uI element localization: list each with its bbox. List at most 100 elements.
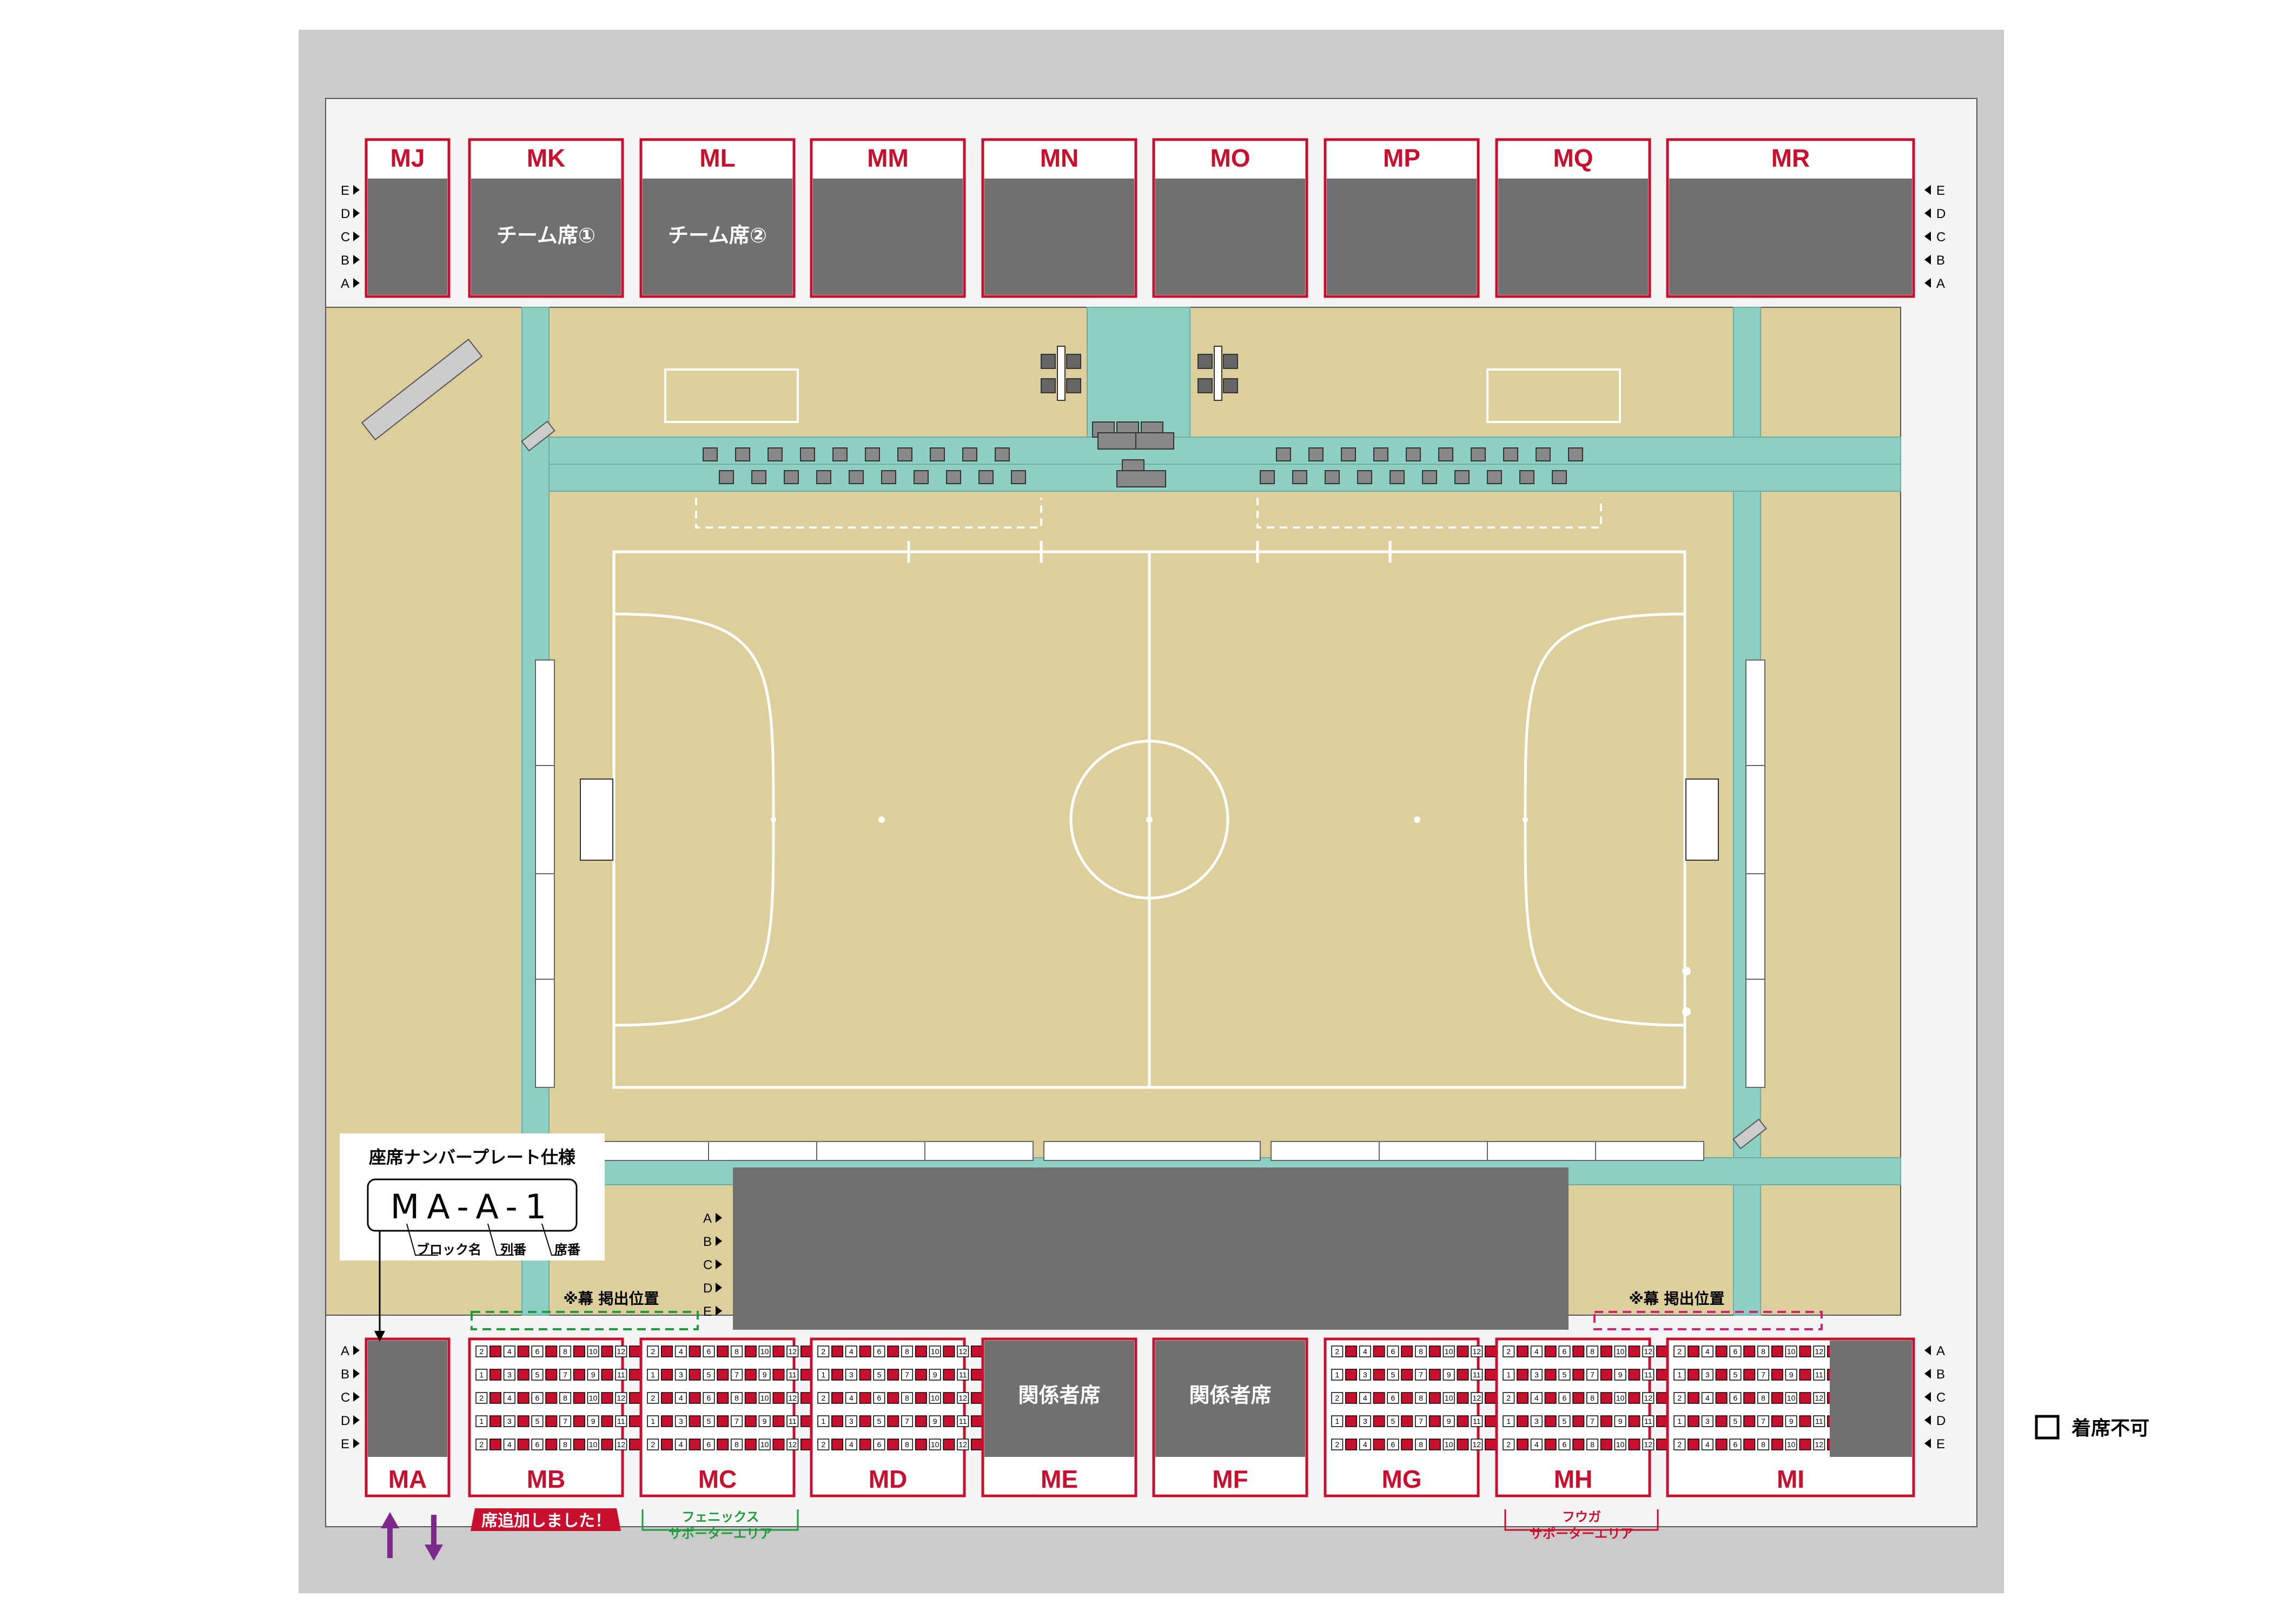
seat[interactable]: [1799, 1345, 1811, 1357]
seat[interactable]: [1345, 1369, 1358, 1381]
seat[interactable]: [744, 1345, 757, 1357]
seat[interactable]: [1771, 1439, 1783, 1450]
seat[interactable]: [943, 1369, 955, 1381]
seat[interactable]: [517, 1369, 530, 1381]
seat[interactable]: [971, 1369, 983, 1381]
seat[interactable]: [1715, 1392, 1728, 1404]
upper-block-mp[interactable]: MP: [1324, 138, 1480, 298]
seat[interactable]: [661, 1415, 673, 1427]
seat[interactable]: [1544, 1439, 1557, 1450]
seat[interactable]: [1656, 1415, 1669, 1427]
seat[interactable]: [489, 1369, 502, 1381]
seat[interactable]: [887, 1415, 899, 1427]
seat[interactable]: [489, 1345, 502, 1357]
seat[interactable]: [1656, 1345, 1669, 1357]
seat[interactable]: [859, 1415, 871, 1427]
seat[interactable]: [887, 1392, 899, 1404]
seat[interactable]: [1600, 1369, 1612, 1381]
lower-block-mc[interactable]: MC 2 4 6 8 10 12 1 3 5 7 9 11 2 4 6 8 10 12 1 3 5 7 9 11 2 4 6 8 10 12: [639, 1337, 813, 1497]
seat[interactable]: [1517, 1392, 1529, 1404]
seat[interactable]: [744, 1415, 757, 1427]
seat[interactable]: [689, 1392, 701, 1404]
seat[interactable]: [744, 1369, 757, 1381]
seat[interactable]: [1457, 1439, 1469, 1450]
seat[interactable]: [971, 1345, 983, 1357]
seat[interactable]: [1771, 1392, 1783, 1404]
seat[interactable]: [1517, 1369, 1529, 1381]
seat[interactable]: [545, 1439, 558, 1450]
seat[interactable]: [1457, 1369, 1469, 1381]
seat[interactable]: [831, 1345, 844, 1357]
seat[interactable]: [1517, 1345, 1529, 1357]
seat[interactable]: [859, 1345, 871, 1357]
seat[interactable]: [915, 1392, 927, 1404]
seat[interactable]: [601, 1345, 613, 1357]
lower-block-mg[interactable]: MG 2 4 6 8 10 12 1 3 5 7 9 11 2 4 6 8 10 12 1 3 5 7 9 11 2 4 6 8 10 12: [1324, 1337, 1497, 1497]
seat[interactable]: [717, 1439, 729, 1450]
seat[interactable]: [744, 1392, 757, 1404]
seat[interactable]: [689, 1345, 701, 1357]
seat[interactable]: [689, 1439, 701, 1450]
seat[interactable]: [545, 1392, 558, 1404]
seat[interactable]: [1485, 1392, 1497, 1404]
upper-block-mk[interactable]: MK チーム席①: [468, 138, 624, 298]
seat[interactable]: [1544, 1369, 1557, 1381]
seat[interactable]: [1373, 1439, 1385, 1450]
seat[interactable]: [1572, 1439, 1585, 1450]
seat[interactable]: [1743, 1415, 1756, 1427]
seat[interactable]: [1656, 1392, 1669, 1404]
seat[interactable]: [489, 1392, 502, 1404]
seat[interactable]: [1628, 1345, 1640, 1357]
seat[interactable]: [1600, 1345, 1612, 1357]
seat[interactable]: [1572, 1415, 1585, 1427]
seat[interactable]: [1715, 1415, 1728, 1427]
seat[interactable]: [573, 1345, 585, 1357]
seat[interactable]: [517, 1439, 530, 1450]
seat[interactable]: [629, 1345, 641, 1357]
seat[interactable]: [1688, 1439, 1700, 1450]
lower-block-me[interactable]: ME 関係者席: [981, 1337, 1137, 1497]
lower-block-ma[interactable]: MA: [365, 1337, 451, 1497]
seat[interactable]: [517, 1415, 530, 1427]
seat[interactable]: [772, 1439, 785, 1450]
seat[interactable]: [717, 1392, 729, 1404]
seat[interactable]: [517, 1345, 530, 1357]
seat[interactable]: [517, 1392, 530, 1404]
seat[interactable]: [1799, 1439, 1811, 1450]
seat[interactable]: [1485, 1369, 1497, 1381]
seat[interactable]: [943, 1415, 955, 1427]
seat[interactable]: [601, 1439, 613, 1450]
seat[interactable]: [1401, 1439, 1413, 1450]
seat[interactable]: [887, 1345, 899, 1357]
seat[interactable]: [859, 1369, 871, 1381]
seat[interactable]: [1572, 1345, 1585, 1357]
seat[interactable]: [601, 1392, 613, 1404]
upper-block-ml[interactable]: ML チーム席②: [639, 138, 796, 298]
seat[interactable]: [1401, 1345, 1413, 1357]
seat[interactable]: [943, 1392, 955, 1404]
seat[interactable]: [1572, 1392, 1585, 1404]
seat[interactable]: [601, 1369, 613, 1381]
seat[interactable]: [744, 1439, 757, 1450]
seat[interactable]: [1428, 1345, 1441, 1357]
lower-block-mb[interactable]: MB 2 4 6 8 10 12 1 3 5 7 9 11 2 4 6 8 10 12 1 3 5 7 9 11 2 4 6 8 10 12: [468, 1337, 641, 1497]
seat[interactable]: [1485, 1439, 1497, 1450]
seat[interactable]: [1544, 1392, 1557, 1404]
seat[interactable]: [1428, 1392, 1441, 1404]
seat[interactable]: [915, 1439, 927, 1450]
seat[interactable]: [1373, 1392, 1385, 1404]
seat[interactable]: [1743, 1392, 1756, 1404]
seat[interactable]: [1628, 1415, 1640, 1427]
seat[interactable]: [629, 1392, 641, 1404]
lower-block-mh[interactable]: MH 2 4 6 8 10 12 1 3 5 7 9 11 2 4 6 8 10 12 1 3 5 7 9 11 2 4 6 8 10 12: [1495, 1337, 1669, 1497]
seat[interactable]: [717, 1345, 729, 1357]
seat[interactable]: [1743, 1439, 1756, 1450]
seat[interactable]: [887, 1369, 899, 1381]
seat[interactable]: [629, 1415, 641, 1427]
seat[interactable]: [1373, 1369, 1385, 1381]
seat[interactable]: [689, 1369, 701, 1381]
seat[interactable]: [1600, 1415, 1612, 1427]
upper-block-mq[interactable]: MQ: [1495, 138, 1651, 298]
seat[interactable]: [1799, 1392, 1811, 1404]
seat[interactable]: [1457, 1415, 1469, 1427]
